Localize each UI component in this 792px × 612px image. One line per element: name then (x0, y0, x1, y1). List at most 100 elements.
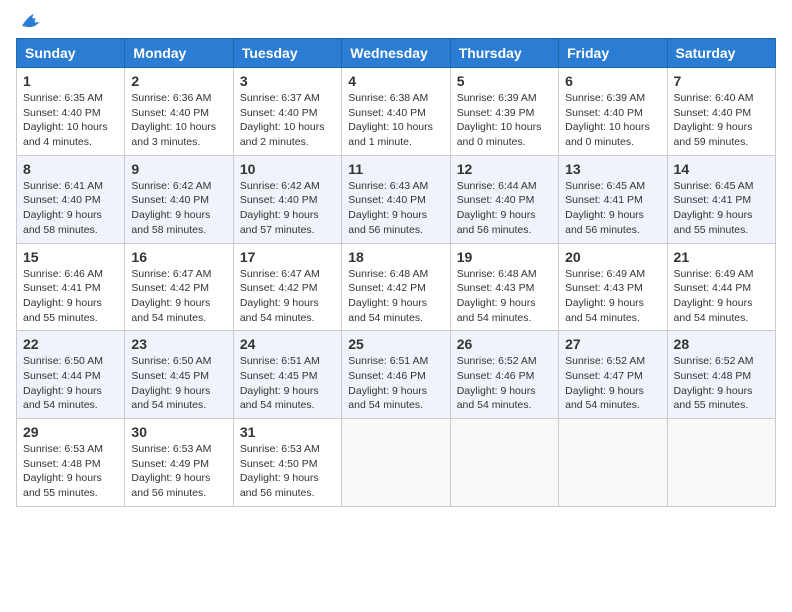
column-header-wednesday: Wednesday (342, 39, 450, 68)
calendar-week-row: 15 Sunrise: 6:46 AM Sunset: 4:41 PM Dayl… (17, 243, 776, 331)
day-number: 14 (674, 161, 769, 177)
day-number: 4 (348, 73, 443, 89)
day-info: Sunrise: 6:51 AM Sunset: 4:45 PM Dayligh… (240, 354, 335, 413)
calendar-cell: 22 Sunrise: 6:50 AM Sunset: 4:44 PM Dayl… (17, 331, 125, 419)
day-number: 9 (131, 161, 226, 177)
calendar-cell: 16 Sunrise: 6:47 AM Sunset: 4:42 PM Dayl… (125, 243, 233, 331)
day-number: 6 (565, 73, 660, 89)
calendar-cell: 6 Sunrise: 6:39 AM Sunset: 4:40 PM Dayli… (559, 68, 667, 156)
calendar-cell (667, 419, 775, 507)
column-header-monday: Monday (125, 39, 233, 68)
day-info: Sunrise: 6:52 AM Sunset: 4:48 PM Dayligh… (674, 354, 769, 413)
day-info: Sunrise: 6:53 AM Sunset: 4:49 PM Dayligh… (131, 442, 226, 501)
day-info: Sunrise: 6:45 AM Sunset: 4:41 PM Dayligh… (674, 179, 769, 238)
day-number: 21 (674, 249, 769, 265)
day-info: Sunrise: 6:39 AM Sunset: 4:39 PM Dayligh… (457, 91, 552, 150)
day-info: Sunrise: 6:35 AM Sunset: 4:40 PM Dayligh… (23, 91, 118, 150)
column-header-thursday: Thursday (450, 39, 558, 68)
calendar-cell: 17 Sunrise: 6:47 AM Sunset: 4:42 PM Dayl… (233, 243, 341, 331)
day-number: 15 (23, 249, 118, 265)
calendar-cell: 30 Sunrise: 6:53 AM Sunset: 4:49 PM Dayl… (125, 419, 233, 507)
day-info: Sunrise: 6:48 AM Sunset: 4:42 PM Dayligh… (348, 267, 443, 326)
day-number: 30 (131, 424, 226, 440)
calendar-cell: 3 Sunrise: 6:37 AM Sunset: 4:40 PM Dayli… (233, 68, 341, 156)
calendar-cell: 21 Sunrise: 6:49 AM Sunset: 4:44 PM Dayl… (667, 243, 775, 331)
day-info: Sunrise: 6:53 AM Sunset: 4:48 PM Dayligh… (23, 442, 118, 501)
logo-bird-icon (20, 12, 42, 30)
day-number: 11 (348, 161, 443, 177)
day-number: 10 (240, 161, 335, 177)
calendar-cell: 2 Sunrise: 6:36 AM Sunset: 4:40 PM Dayli… (125, 68, 233, 156)
day-info: Sunrise: 6:46 AM Sunset: 4:41 PM Dayligh… (23, 267, 118, 326)
day-number: 1 (23, 73, 118, 89)
calendar-cell: 10 Sunrise: 6:42 AM Sunset: 4:40 PM Dayl… (233, 155, 341, 243)
day-number: 18 (348, 249, 443, 265)
calendar-table: SundayMondayTuesdayWednesdayThursdayFrid… (16, 38, 776, 507)
day-info: Sunrise: 6:39 AM Sunset: 4:40 PM Dayligh… (565, 91, 660, 150)
day-info: Sunrise: 6:52 AM Sunset: 4:46 PM Dayligh… (457, 354, 552, 413)
calendar-cell: 26 Sunrise: 6:52 AM Sunset: 4:46 PM Dayl… (450, 331, 558, 419)
calendar-week-row: 22 Sunrise: 6:50 AM Sunset: 4:44 PM Dayl… (17, 331, 776, 419)
calendar-cell: 31 Sunrise: 6:53 AM Sunset: 4:50 PM Dayl… (233, 419, 341, 507)
day-number: 31 (240, 424, 335, 440)
calendar-cell: 15 Sunrise: 6:46 AM Sunset: 4:41 PM Dayl… (17, 243, 125, 331)
day-info: Sunrise: 6:44 AM Sunset: 4:40 PM Dayligh… (457, 179, 552, 238)
day-info: Sunrise: 6:40 AM Sunset: 4:40 PM Dayligh… (674, 91, 769, 150)
day-number: 3 (240, 73, 335, 89)
day-info: Sunrise: 6:53 AM Sunset: 4:50 PM Dayligh… (240, 442, 335, 501)
calendar-cell: 23 Sunrise: 6:50 AM Sunset: 4:45 PM Dayl… (125, 331, 233, 419)
calendar-cell: 11 Sunrise: 6:43 AM Sunset: 4:40 PM Dayl… (342, 155, 450, 243)
calendar-cell (559, 419, 667, 507)
calendar-cell: 14 Sunrise: 6:45 AM Sunset: 4:41 PM Dayl… (667, 155, 775, 243)
day-info: Sunrise: 6:38 AM Sunset: 4:40 PM Dayligh… (348, 91, 443, 150)
day-number: 28 (674, 336, 769, 352)
day-info: Sunrise: 6:42 AM Sunset: 4:40 PM Dayligh… (131, 179, 226, 238)
calendar-week-row: 29 Sunrise: 6:53 AM Sunset: 4:48 PM Dayl… (17, 419, 776, 507)
day-number: 22 (23, 336, 118, 352)
calendar-cell: 9 Sunrise: 6:42 AM Sunset: 4:40 PM Dayli… (125, 155, 233, 243)
page-header (16, 16, 776, 30)
day-number: 19 (457, 249, 552, 265)
calendar-cell: 24 Sunrise: 6:51 AM Sunset: 4:45 PM Dayl… (233, 331, 341, 419)
calendar-cell: 18 Sunrise: 6:48 AM Sunset: 4:42 PM Dayl… (342, 243, 450, 331)
calendar-cell: 13 Sunrise: 6:45 AM Sunset: 4:41 PM Dayl… (559, 155, 667, 243)
calendar-cell: 28 Sunrise: 6:52 AM Sunset: 4:48 PM Dayl… (667, 331, 775, 419)
calendar-cell: 19 Sunrise: 6:48 AM Sunset: 4:43 PM Dayl… (450, 243, 558, 331)
calendar-cell: 29 Sunrise: 6:53 AM Sunset: 4:48 PM Dayl… (17, 419, 125, 507)
calendar-cell: 8 Sunrise: 6:41 AM Sunset: 4:40 PM Dayli… (17, 155, 125, 243)
day-info: Sunrise: 6:50 AM Sunset: 4:45 PM Dayligh… (131, 354, 226, 413)
calendar-cell: 7 Sunrise: 6:40 AM Sunset: 4:40 PM Dayli… (667, 68, 775, 156)
day-info: Sunrise: 6:47 AM Sunset: 4:42 PM Dayligh… (240, 267, 335, 326)
calendar-cell: 25 Sunrise: 6:51 AM Sunset: 4:46 PM Dayl… (342, 331, 450, 419)
logo (16, 16, 42, 30)
calendar-cell: 27 Sunrise: 6:52 AM Sunset: 4:47 PM Dayl… (559, 331, 667, 419)
day-info: Sunrise: 6:50 AM Sunset: 4:44 PM Dayligh… (23, 354, 118, 413)
day-number: 5 (457, 73, 552, 89)
day-info: Sunrise: 6:43 AM Sunset: 4:40 PM Dayligh… (348, 179, 443, 238)
day-info: Sunrise: 6:45 AM Sunset: 4:41 PM Dayligh… (565, 179, 660, 238)
calendar-header-row: SundayMondayTuesdayWednesdayThursdayFrid… (17, 39, 776, 68)
calendar-cell (342, 419, 450, 507)
day-number: 12 (457, 161, 552, 177)
day-info: Sunrise: 6:49 AM Sunset: 4:44 PM Dayligh… (674, 267, 769, 326)
calendar-week-row: 8 Sunrise: 6:41 AM Sunset: 4:40 PM Dayli… (17, 155, 776, 243)
column-header-saturday: Saturday (667, 39, 775, 68)
day-info: Sunrise: 6:48 AM Sunset: 4:43 PM Dayligh… (457, 267, 552, 326)
day-info: Sunrise: 6:51 AM Sunset: 4:46 PM Dayligh… (348, 354, 443, 413)
day-number: 2 (131, 73, 226, 89)
day-number: 25 (348, 336, 443, 352)
day-number: 13 (565, 161, 660, 177)
column-header-sunday: Sunday (17, 39, 125, 68)
day-number: 24 (240, 336, 335, 352)
day-info: Sunrise: 6:49 AM Sunset: 4:43 PM Dayligh… (565, 267, 660, 326)
calendar-cell: 12 Sunrise: 6:44 AM Sunset: 4:40 PM Dayl… (450, 155, 558, 243)
day-info: Sunrise: 6:47 AM Sunset: 4:42 PM Dayligh… (131, 267, 226, 326)
calendar-cell (450, 419, 558, 507)
day-info: Sunrise: 6:37 AM Sunset: 4:40 PM Dayligh… (240, 91, 335, 150)
calendar-week-row: 1 Sunrise: 6:35 AM Sunset: 4:40 PM Dayli… (17, 68, 776, 156)
day-number: 7 (674, 73, 769, 89)
column-header-tuesday: Tuesday (233, 39, 341, 68)
day-number: 27 (565, 336, 660, 352)
day-info: Sunrise: 6:42 AM Sunset: 4:40 PM Dayligh… (240, 179, 335, 238)
day-number: 29 (23, 424, 118, 440)
